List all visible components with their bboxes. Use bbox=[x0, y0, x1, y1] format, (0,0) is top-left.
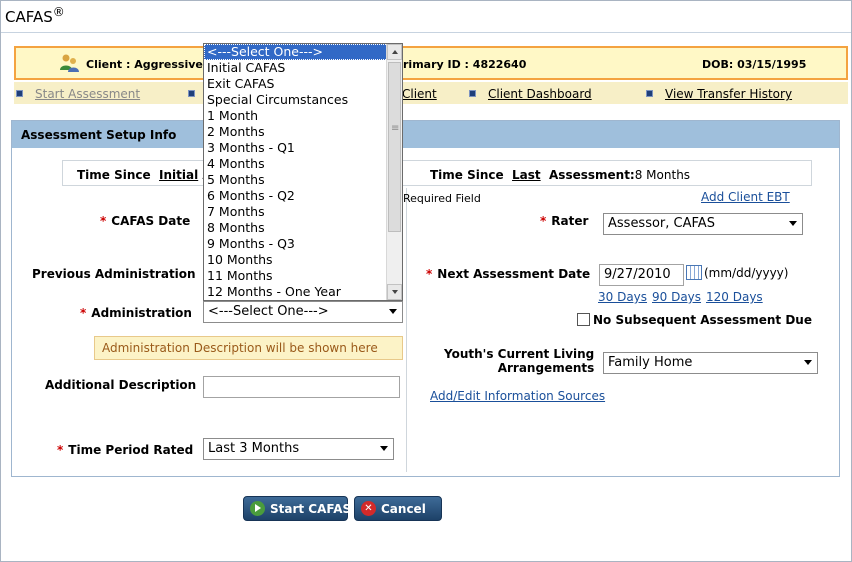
dropdown-option[interactable]: 4 Months bbox=[204, 156, 388, 172]
previous-administration-label: Previous Administration bbox=[32, 267, 196, 281]
users-icon bbox=[60, 54, 79, 72]
administration-select[interactable]: <---Select One---> bbox=[203, 301, 403, 323]
nav-client-dashboard[interactable]: Client Dashboard bbox=[469, 87, 592, 101]
nav-view-transfer-history[interactable]: View Transfer History bbox=[646, 87, 792, 101]
additional-description-label: Additional Description bbox=[45, 378, 197, 392]
dropdown-option[interactable]: 9 Months - Q3 bbox=[204, 236, 388, 252]
time-since-last: Time Since Last Assessment:8 Months bbox=[430, 168, 691, 182]
next-assessment-label: * Next Assessment Date bbox=[426, 267, 591, 281]
dropdown-option[interactable]: 2 Months bbox=[204, 124, 388, 140]
administration-dropdown-list[interactable]: <---Select One---> Initial CAFAS Exit CAFA… bbox=[203, 43, 403, 301]
required-field-note: Required Field bbox=[403, 192, 481, 205]
scroll-up-icon[interactable] bbox=[387, 44, 402, 60]
play-icon bbox=[250, 501, 265, 516]
dropdown-option[interactable]: 10 Months bbox=[204, 252, 388, 268]
app-title: CAFAS® bbox=[5, 5, 65, 26]
client-name: Client : Aggressive, A bbox=[86, 58, 220, 71]
scroll-thumb[interactable] bbox=[388, 62, 401, 232]
bullet-icon bbox=[188, 90, 195, 97]
chevron-down-icon bbox=[380, 446, 388, 451]
time-period-select[interactable]: Last 3 Months bbox=[203, 438, 394, 460]
last-link[interactable]: Last bbox=[512, 168, 541, 182]
bullet-icon bbox=[646, 90, 653, 97]
dropdown-option[interactable]: 7 Months bbox=[204, 204, 388, 220]
add-edit-information-sources-link[interactable]: Add/Edit Information Sources bbox=[430, 389, 605, 403]
cafas-date-label: * CAFAS Date bbox=[100, 214, 191, 228]
nav-client[interactable]: Client bbox=[402, 87, 437, 101]
additional-description-input[interactable] bbox=[203, 376, 400, 398]
no-subsequent-checkbox[interactable] bbox=[577, 313, 590, 326]
chevron-down-icon bbox=[389, 309, 397, 314]
rater-label: * Rater bbox=[540, 214, 589, 228]
living-arrangement-select[interactable]: Family Home bbox=[603, 352, 818, 374]
dropdown-option[interactable]: 11 Months bbox=[204, 268, 388, 284]
dropdown-option[interactable]: Initial CAFAS bbox=[204, 60, 388, 76]
30-days-link[interactable]: 30 Days bbox=[598, 290, 647, 304]
close-icon: ✕ bbox=[361, 501, 376, 516]
primary-id: rimary ID : 4822640 bbox=[403, 58, 527, 71]
title-divider bbox=[1, 32, 851, 33]
bullet-icon bbox=[16, 90, 23, 97]
administration-label: * Administration bbox=[80, 306, 192, 320]
dropdown-scrollbar[interactable] bbox=[386, 44, 402, 300]
section-title: Assessment Setup Info bbox=[12, 121, 839, 148]
nav-start-assessment[interactable]: Start Assessment bbox=[16, 87, 140, 101]
90-days-link[interactable]: 90 Days bbox=[652, 290, 701, 304]
calendar-icon[interactable] bbox=[686, 265, 702, 280]
start-cafas-button[interactable]: Start CAFAS bbox=[243, 496, 351, 521]
no-subsequent-label: No Subsequent Assessment Due bbox=[593, 313, 812, 327]
client-info-bar: Client : Aggressive, A rimary ID : 48226… bbox=[14, 46, 848, 80]
dropdown-option[interactable]: 12 Months - One Year bbox=[204, 284, 388, 300]
date-format-hint: (mm/dd/yyyy) bbox=[704, 266, 789, 280]
client-dob: DOB: 03/15/1995 bbox=[702, 58, 807, 71]
dropdown-option[interactable]: 6 Months - Q2 bbox=[204, 188, 388, 204]
time-since-initial: Time Since Initial A bbox=[77, 168, 212, 182]
dropdown-option[interactable]: 8 Months bbox=[204, 220, 388, 236]
scroll-down-icon[interactable] bbox=[387, 284, 402, 300]
dropdown-option[interactable]: <---Select One---> bbox=[204, 44, 388, 60]
dropdown-option[interactable]: Special Circumstances bbox=[204, 92, 388, 108]
dropdown-option[interactable]: Exit CAFAS bbox=[204, 76, 388, 92]
add-client-ebt-link[interactable]: Add Client EBT bbox=[701, 190, 790, 204]
dropdown-option[interactable]: 1 Month bbox=[204, 108, 388, 124]
120-days-link[interactable]: 120 Days bbox=[706, 290, 763, 304]
nav-bar: Start Assessment Client Client Dashboard… bbox=[14, 82, 848, 104]
dropdown-option[interactable]: 5 Months bbox=[204, 172, 388, 188]
next-assessment-date-input[interactable]: 9/27/2010 bbox=[599, 264, 684, 286]
dropdown-options: <---Select One---> Initial CAFAS Exit CAFA… bbox=[204, 44, 388, 300]
chevron-down-icon bbox=[804, 360, 812, 365]
chevron-down-icon bbox=[789, 221, 797, 226]
time-period-label: * Time Period Rated bbox=[57, 443, 194, 457]
administration-description: Administration Description will be shown… bbox=[94, 336, 403, 360]
initial-link[interactable]: Initial bbox=[159, 168, 198, 182]
bullet-icon bbox=[469, 90, 476, 97]
column-divider bbox=[406, 188, 407, 472]
living-arrangement-label: Youth's Current Living Arrangements bbox=[444, 347, 595, 375]
dropdown-option[interactable]: 3 Months - Q1 bbox=[204, 140, 388, 156]
rater-select[interactable]: Assessor, CAFAS bbox=[603, 213, 803, 235]
cancel-button[interactable]: ✕ Cancel bbox=[354, 496, 442, 521]
